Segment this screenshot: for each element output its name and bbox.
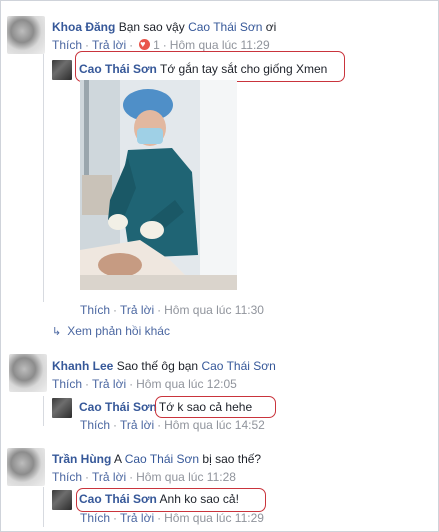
comment-text-suffix: bị sao thế? (199, 452, 262, 466)
highlight-circle (155, 396, 276, 418)
reply-arrow-icon: ↳ (52, 326, 62, 338)
reply-author[interactable]: Cao Thái Sơn (79, 400, 157, 414)
comment-actions: Thích · Trả lời · Hôm qua lúc 11:28 (52, 470, 236, 484)
like-link[interactable]: Thích (52, 38, 82, 52)
reply-link[interactable]: Trả lời (120, 303, 154, 317)
timestamp[interactable]: Hôm qua lúc 14:52 (164, 418, 265, 432)
avatar[interactable] (52, 60, 72, 80)
tagged-user[interactable]: Cao Thái Sơn (201, 359, 275, 373)
tagged-user[interactable]: Cao Thái Sơn (125, 452, 199, 466)
highlight-circle (75, 51, 345, 82)
avatar[interactable] (7, 16, 45, 54)
avatar[interactable] (52, 490, 72, 510)
comment-body: Trần Hùng A Cao Thái Sơn bị sao thế? (52, 452, 261, 467)
reply-actions: Thích · Trả lời · Hôm qua lúc 14:52 (80, 418, 265, 432)
comment-text: Bạn sao vậy (118, 20, 189, 34)
comment-actions: Thích · Trả lời · Hôm qua lúc 12:05 (52, 377, 237, 391)
timestamp[interactable]: Hôm qua lúc 11:29 (170, 38, 270, 52)
reaction-count[interactable]: 1 (153, 38, 160, 52)
like-link[interactable]: Thích (80, 303, 110, 317)
reply-actions: Thích · Trả lời · Hôm qua lúc 11:30 (80, 303, 264, 317)
reply-link[interactable]: Trả lời (92, 470, 126, 484)
attached-photo[interactable] (80, 80, 237, 290)
like-link[interactable]: Thích (80, 511, 110, 525)
reply-link[interactable]: Trả lời (120, 418, 154, 432)
comment-text-suffix: ơi (262, 20, 277, 34)
comment-text: A (114, 452, 125, 466)
avatar[interactable] (52, 398, 72, 418)
surgeon-photo (80, 80, 237, 290)
reply-link[interactable]: Trả lời (120, 511, 154, 525)
love-reaction-icon[interactable] (139, 37, 151, 52)
timestamp[interactable]: Hôm qua lúc 11:30 (164, 303, 264, 317)
comment-author[interactable]: Trần Hùng (52, 452, 111, 466)
comment-author[interactable]: Khoa Đăng (52, 20, 115, 34)
comment-author[interactable]: Khanh Lee (52, 359, 113, 373)
reply-thread-line (43, 52, 44, 302)
reply-thread-line (43, 487, 44, 527)
view-more-replies-label[interactable]: Xem phản hồi khác (67, 324, 170, 338)
like-link[interactable]: Thích (52, 470, 82, 484)
like-link[interactable]: Thích (80, 418, 110, 432)
reply-thread-line (43, 396, 44, 426)
view-more-replies-link[interactable]: ↳ Xem phản hồi khác (52, 324, 170, 338)
reply-link[interactable]: Trả lời (92, 38, 126, 52)
reply-actions: Thích · Trả lời · Hôm qua lúc 11:29 (80, 511, 264, 525)
comment-body: Khoa Đăng Bạn sao vậy Cao Thái Sơn ơi (52, 20, 276, 35)
tagged-user[interactable]: Cao Thái Sơn (188, 20, 262, 34)
timestamp[interactable]: Hôm qua lúc 11:28 (136, 470, 236, 484)
like-link[interactable]: Thích (52, 377, 82, 391)
timestamp[interactable]: Hôm qua lúc 12:05 (136, 377, 237, 391)
avatar[interactable] (9, 354, 47, 392)
reply-link[interactable]: Trả lời (92, 377, 126, 391)
avatar[interactable] (7, 448, 45, 486)
highlight-circle (76, 488, 266, 512)
comment-text: Sao thế ôg bạn (116, 359, 202, 373)
timestamp[interactable]: Hôm qua lúc 11:29 (164, 511, 264, 525)
comment-body: Khanh Lee Sao thế ôg bạn Cao Thái Sơn (52, 359, 276, 374)
